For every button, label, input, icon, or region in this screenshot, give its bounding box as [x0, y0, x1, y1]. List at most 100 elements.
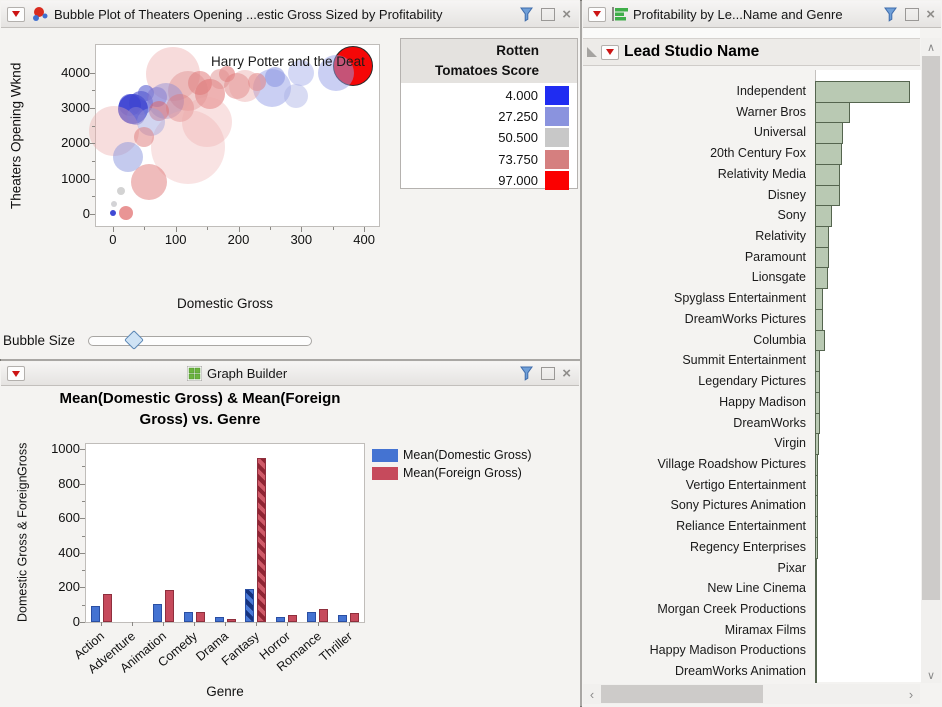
bubble-point[interactable]: [110, 210, 116, 216]
y-tick-label: 1000: [44, 171, 90, 186]
maximize-icon[interactable]: [541, 8, 555, 21]
legend-color-chip[interactable]: [545, 107, 569, 126]
y-tick-label: 0: [44, 206, 90, 221]
studio-label: Lionsgate: [582, 270, 810, 284]
studio-label: Reliance Entertainment: [582, 519, 810, 533]
bubble-point[interactable]: [265, 67, 285, 87]
genre-bar-domestic[interactable]: [153, 604, 162, 622]
genre-bar-domestic[interactable]: [338, 615, 347, 622]
bubble-point[interactable]: [210, 69, 230, 89]
genre-bar-foreign[interactable]: [196, 612, 205, 622]
x-tick-label: 300: [281, 232, 321, 247]
bubble-plot-frame[interactable]: Harry Potter and the Deat: [95, 44, 380, 227]
genre-bar-domestic[interactable]: [245, 589, 254, 622]
close-icon[interactable]: ×: [562, 368, 571, 379]
studio-bar[interactable]: [815, 371, 820, 393]
studio-bar[interactable]: [815, 143, 842, 165]
studio-bar[interactable]: [815, 309, 823, 331]
studio-bar[interactable]: [815, 267, 828, 289]
genre-bar-domestic[interactable]: [276, 617, 285, 622]
horizontal-scrollbar-thumb[interactable]: [601, 685, 763, 703]
close-icon[interactable]: ×: [926, 9, 935, 20]
y-tick-label: 3000: [44, 100, 90, 115]
x-tick-label: 200: [219, 232, 259, 247]
legend-color-chip[interactable]: [545, 86, 569, 105]
studio-bar[interactable]: [815, 516, 818, 538]
genre-bar-domestic[interactable]: [91, 606, 100, 622]
data-filter-icon[interactable]: [883, 7, 898, 22]
genre-x-tick-mark: [101, 622, 102, 626]
x-minor-tick: [270, 227, 271, 230]
maximize-icon[interactable]: [905, 8, 919, 21]
studio-bar[interactable]: [815, 578, 817, 600]
legend-color-chip[interactable]: [545, 150, 569, 169]
horizontal-scrollbar[interactable]: ‹ ›: [583, 684, 920, 704]
menu-red-triangle-button[interactable]: [588, 7, 606, 22]
studio-bar[interactable]: [815, 350, 820, 372]
genre-bar-foreign[interactable]: [350, 613, 359, 622]
genre-bar-foreign[interactable]: [257, 458, 266, 622]
studio-bar[interactable]: [815, 413, 820, 435]
studio-bar[interactable]: [815, 288, 823, 310]
studio-bar[interactable]: [815, 392, 820, 414]
genre-plot-frame[interactable]: [85, 443, 365, 623]
studio-bar[interactable]: [815, 454, 818, 476]
studio-bar[interactable]: [815, 185, 840, 207]
studio-bar[interactable]: [815, 102, 850, 124]
bubble-plot-icon: [32, 6, 50, 22]
genre-bar-foreign[interactable]: [288, 615, 297, 622]
studio-bar[interactable]: [815, 599, 817, 621]
genre-bar-foreign[interactable]: [103, 594, 112, 622]
bubble-point[interactable]: [127, 107, 145, 125]
studio-bar[interactable]: [815, 475, 818, 497]
studio-bar[interactable]: [815, 558, 817, 580]
genre-bar-foreign[interactable]: [165, 590, 174, 622]
maximize-icon[interactable]: [541, 367, 555, 380]
studio-bar[interactable]: [815, 122, 843, 144]
studio-bar[interactable]: [815, 495, 818, 517]
genre-bar-domestic[interactable]: [307, 612, 316, 622]
bubble-point[interactable]: [111, 201, 117, 207]
studio-bar[interactable]: [815, 164, 840, 186]
legend-label-foreign: Mean(Foreign Gross): [403, 466, 522, 480]
studio-bar[interactable]: [815, 661, 817, 683]
studio-bar[interactable]: [815, 226, 829, 248]
close-icon[interactable]: ×: [562, 9, 571, 20]
menu-red-triangle-button[interactable]: [601, 45, 619, 60]
vertical-scrollbar-thumb[interactable]: [922, 56, 940, 600]
studio-bar[interactable]: [815, 81, 910, 103]
genre-bar-foreign[interactable]: [319, 609, 328, 622]
studio-bar[interactable]: [815, 330, 825, 352]
legend-color-chip[interactable]: [545, 128, 569, 147]
bubble-point[interactable]: [117, 187, 125, 195]
legend-color-chip[interactable]: [545, 171, 569, 190]
genre-bar-domestic[interactable]: [184, 612, 193, 622]
scroll-right-icon[interactable]: ›: [905, 687, 917, 702]
studio-bar[interactable]: [815, 620, 817, 642]
studio-bar[interactable]: [815, 205, 832, 227]
studio-bar[interactable]: [815, 640, 817, 662]
data-filter-icon[interactable]: [519, 7, 534, 22]
genre-bar-foreign[interactable]: [227, 619, 236, 622]
scroll-up-icon[interactable]: ∧: [921, 41, 941, 54]
genre-bar-domestic[interactable]: [215, 617, 224, 622]
studio-bar[interactable]: [815, 537, 818, 559]
scroll-left-icon[interactable]: ‹: [586, 687, 598, 702]
data-filter-icon[interactable]: [519, 366, 534, 381]
scroll-down-icon[interactable]: ∨: [921, 669, 941, 682]
y-minor-tick: [92, 161, 95, 162]
legend-swatch-domestic[interactable]: [372, 449, 398, 462]
menu-red-triangle-button[interactable]: [7, 366, 25, 381]
legend-swatch-foreign[interactable]: [372, 467, 398, 480]
bubble-point[interactable]: [119, 206, 133, 220]
vertical-scrollbar[interactable]: ∧ ∨: [921, 38, 941, 683]
collapse-triangle-icon[interactable]: [587, 47, 597, 57]
studio-bar[interactable]: [815, 247, 829, 269]
menu-red-triangle-button[interactable]: [7, 7, 25, 22]
studio-bar[interactable]: [815, 433, 819, 455]
bubble-point[interactable]: [284, 84, 308, 108]
bubble-point[interactable]: [134, 127, 154, 147]
x-minor-tick: [207, 227, 208, 230]
bubble-point[interactable]: [131, 164, 167, 200]
bubble-size-slider-track[interactable]: [88, 336, 312, 346]
